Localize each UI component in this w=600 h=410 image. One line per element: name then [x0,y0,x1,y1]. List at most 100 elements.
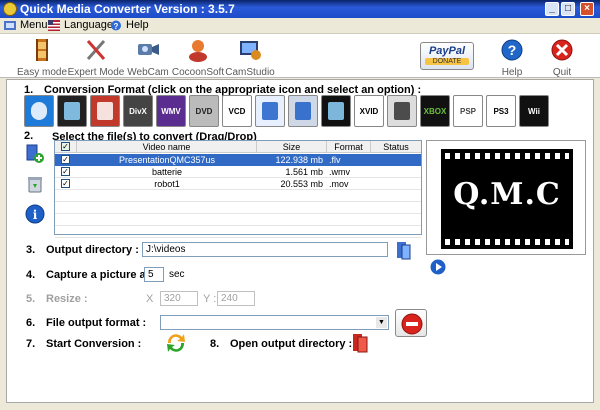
grid-line [55,190,421,202]
step-5-label: Resize : [46,293,88,305]
format-audio-button[interactable] [387,95,417,127]
flash-glyph [97,102,113,120]
col-video-name[interactable]: Video name [77,141,257,153]
row-checkbox[interactable]: ✓ [61,155,70,164]
resize-x-label: X [146,293,154,305]
maximize-button[interactable]: □ [561,2,575,16]
format-xvid-button[interactable]: XVID [354,95,384,127]
camstudio-button[interactable]: CamStudio [218,38,282,78]
output-directory-input[interactable]: J:\videos [142,242,388,257]
col-size[interactable]: Size [257,141,327,153]
iphone-glyph [328,102,344,120]
camstudio-label: CamStudio [225,67,275,78]
paypal-logo-text: PayPal [428,45,466,57]
cancel-format-button[interactable] [395,309,427,337]
film-frame: Q.M.C [441,149,573,249]
svg-text:?: ? [508,42,517,58]
format-divx-button[interactable]: DivX [123,95,153,127]
audio-glyph [394,102,410,120]
flash-icon [91,96,119,126]
film-strip-icon [36,39,48,61]
wmv-icon: WMV [157,96,185,126]
resize-height-input[interactable]: 240 [217,291,255,306]
divx-icon: DivX [124,96,152,126]
webcam-icon [138,44,159,55]
format-music-button[interactable] [255,95,285,127]
donate-label: DONATE [425,58,469,65]
audio-icon [388,96,416,126]
chevron-down-icon[interactable]: ▼ [376,317,387,328]
format-ipod-button[interactable] [57,95,87,127]
format-vcd-button[interactable]: VCD [222,95,252,127]
menu-icon [4,21,16,30]
camstudio-icon [240,41,261,60]
add-file-icon[interactable] [25,144,45,164]
preview-logo-text: Q.M.C [453,177,561,212]
select-all-checkbox[interactable]: ✓ [61,142,70,151]
menu-bar: Menu Languages ? Help [0,18,600,34]
music-icon [256,96,284,126]
app-icon [3,2,17,16]
step-4-label: Capture a picture at : [46,269,157,281]
start-conversion-icon[interactable] [164,331,188,355]
quit-button[interactable]: Quit [530,38,594,78]
info-icon[interactable]: i [25,204,45,224]
format-quicktime-button[interactable] [24,95,54,127]
recycle-bin-icon[interactable] [25,174,45,194]
toolbar: Easy mode Expert Mode WebCam CocoonSoft … [0,34,600,78]
mobile-icon [289,96,317,126]
tools-icon [86,40,106,60]
close-button[interactable]: × [580,2,594,16]
format-wii-button[interactable]: Wii [519,95,549,127]
format-flash-button[interactable] [90,95,120,127]
cell-format: .mov [329,179,349,189]
step-8-label: Open output directory : [230,338,353,350]
row-checkbox[interactable]: ✓ [61,179,70,188]
format-xbox-button[interactable]: XBOX [420,95,450,127]
format-psp-button[interactable]: PSP [453,95,483,127]
quit-label: Quit [552,67,572,78]
file-list-table[interactable]: ✓ Video name Size Format Status ✓ Present… [54,140,422,238]
svg-text:i: i [33,208,38,222]
table-row[interactable]: ✓ batterie 1.561 mb .wmv [55,166,421,178]
format-wmv-button[interactable]: WMV [156,95,186,127]
col-status[interactable]: Status [371,141,421,153]
wii-icon-text: Wii [528,106,540,116]
wmv-icon-text: WMV [161,106,181,116]
capture-time-input[interactable]: 5 [144,267,164,282]
output-format-select[interactable]: ▼ [160,315,389,330]
table-row[interactable]: ✓ PresentationQMC357us 122.938 mb .flv [55,154,421,166]
film-holes-bottom [445,239,569,245]
ps3-icon: PS3 [487,96,515,126]
vcd-icon: VCD [223,96,251,126]
cocoonsoft-icon [189,40,207,62]
col-format[interactable]: Format [327,141,371,153]
cell-format: .flv [329,155,341,165]
cell-name: robot1 [154,179,180,189]
ipod-icon [58,96,86,126]
open-folder-icon[interactable] [350,332,370,354]
menu-item-menu[interactable]: Menu [20,19,48,31]
grid-line [55,226,421,238]
format-iphone-button[interactable] [321,95,351,127]
table-row[interactable]: ✓ robot1 20.553 mb .mov [55,178,421,190]
music-glyph [262,102,278,120]
cell-status [371,178,421,190]
capture-unit: sec [169,269,185,280]
select-all-checkbox-cell[interactable]: ✓ [55,141,77,153]
cell-size: 122.938 mb [275,155,323,165]
step-4-number: 4. [26,269,36,281]
play-icon[interactable] [430,259,446,275]
resize-width-input[interactable]: 320 [160,291,198,306]
svg-text:?: ? [114,22,119,31]
divx-icon-text: DivX [129,106,147,116]
format-mobile-button[interactable] [288,95,318,127]
xbox-icon: XBOX [421,96,449,126]
row-checkbox[interactable]: ✓ [61,167,70,176]
format-dvd-button[interactable]: DVD [189,95,219,127]
paypal-donate-button[interactable]: PayPal DONATE [420,42,474,70]
menu-item-help[interactable]: Help [126,19,149,31]
format-ps3-button[interactable]: PS3 [486,95,516,127]
browse-folder-icon[interactable] [394,240,412,260]
minimize-button[interactable]: _ [545,2,559,16]
